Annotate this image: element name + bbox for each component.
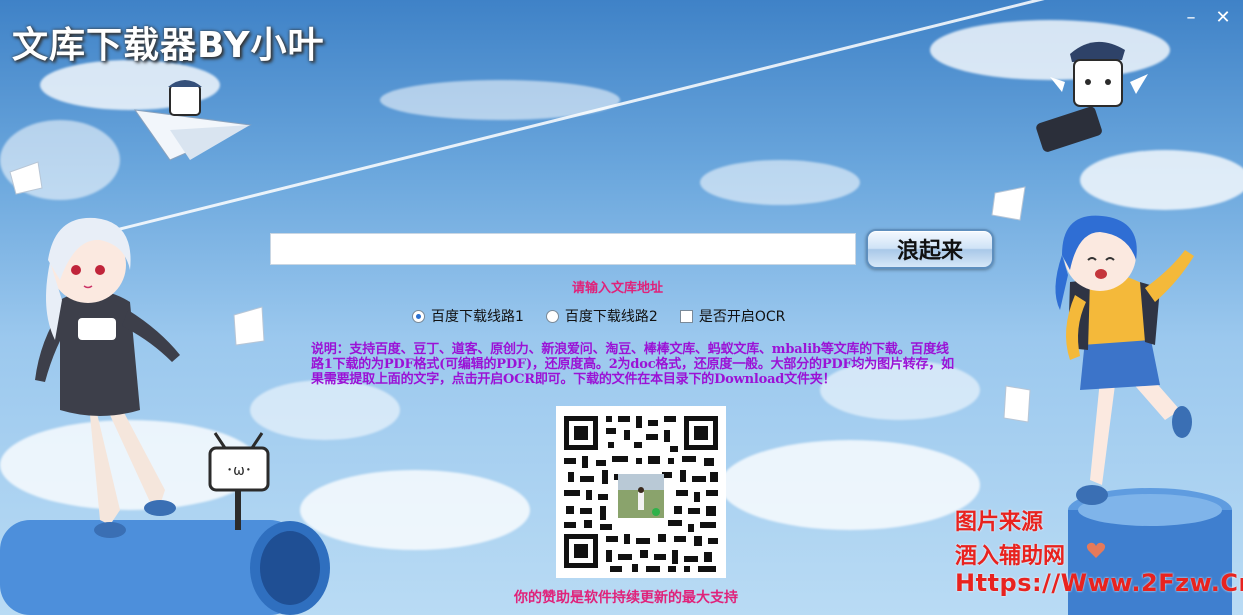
route2-radio-option[interactable]: 百度下载线路2: [545, 306, 658, 326]
url-input[interactable]: [270, 233, 856, 265]
qr-code-icon: [564, 416, 718, 572]
url-hint: 请输入文库地址: [572, 281, 664, 296]
route1-radio-option[interactable]: 百度下载线路1: [412, 306, 524, 326]
route1-radio[interactable]: [412, 309, 425, 323]
watermark-source-label: 图片来源: [955, 510, 1044, 535]
start-download-button[interactable]: 浪起来: [866, 229, 994, 269]
usage-description: 说明：支持百度、豆丁、道客、原创力、新浪爱问、淘豆、棒棒文库、蚂蚁文库、mbal…: [311, 342, 954, 387]
heart-icon: [1086, 542, 1106, 558]
minimize-icon[interactable]: –: [1181, 8, 1201, 28]
ocr-checkbox[interactable]: [679, 309, 693, 323]
donation-qr-code: [556, 406, 726, 578]
svg-text:･ω･: ･ω･: [226, 463, 252, 479]
options-row: 百度下载线路1 百度下载线路2 是否开启OCR: [412, 306, 807, 326]
watermark-site-name: 酒入辅助网: [955, 544, 1066, 569]
route1-label: 百度下载线路1: [431, 309, 524, 325]
paper-decoration: [233, 306, 265, 346]
route2-label: 百度下载线路2: [564, 309, 658, 325]
hat-mascot: [1036, 41, 1148, 152]
watermark-url: Https://Www.2Fzw.Cn: [955, 569, 1243, 597]
ocr-label: 是否开启OCR: [698, 309, 786, 325]
cloud-decoration: [700, 160, 860, 205]
route2-radio[interactable]: [545, 309, 559, 323]
window-title: 文库下载器BY小叶: [12, 25, 325, 66]
cloud-decoration: [720, 440, 980, 530]
paper-decoration: [991, 186, 1026, 221]
cloud-decoration: [1080, 150, 1243, 210]
paper-decoration: [1003, 385, 1031, 423]
app-window: ･ω･ 文库下载器BY小叶 – ✕ 浪起来 请输入文库地址 百度下载线路1 百度…: [0, 0, 1243, 615]
donation-caption: 你的赞助是软件持续更新的最大支持: [514, 590, 738, 606]
paper-plane-mascot: [133, 80, 252, 161]
close-icon[interactable]: ✕: [1213, 8, 1233, 28]
ocr-checkbox-option[interactable]: 是否开启OCR: [679, 306, 786, 326]
paper-decoration: [9, 161, 43, 195]
